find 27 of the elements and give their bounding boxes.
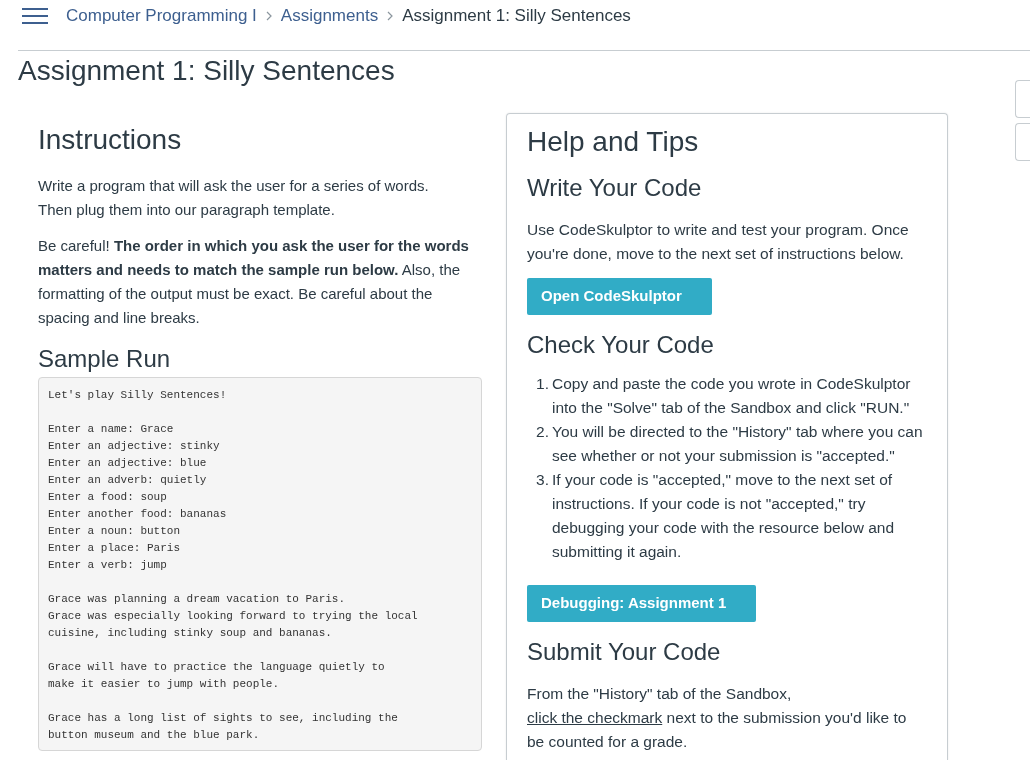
section-heading: Sample Run bbox=[38, 344, 172, 374]
panel-heading: Help and Tips bbox=[527, 125, 700, 159]
help-paragraph: Use CodeSkulptor to write and test your program. Once you're done, move to the next set of instructions below. bbox=[527, 220, 910, 264]
link[interactable]: click the checkmark bbox=[527, 709, 663, 726]
list-item-text: If your code is "accepted," move to the next set of instructions. If your code is not "accepted," try debugging your code with the resource below and submitting it again. bbox=[552, 470, 896, 562]
chevron-right-icon bbox=[387, 10, 394, 21]
page-title: Assignment 1: Silly Sentences bbox=[18, 54, 396, 88]
list-number: 3. bbox=[535, 470, 550, 490]
section-heading: Submit Your Code bbox=[527, 637, 722, 667]
breadcrumb-link[interactable]: Assignments bbox=[280, 2, 379, 29]
breadcrumb-current: Assignment 1: Silly Sentences bbox=[402, 4, 631, 27]
chevron-right-icon bbox=[265, 10, 272, 21]
sample-output-code: Let's play Silly Sentences! Enter a name: Grace Enter an adjective: stinky Enter an adjective: blue Enter an adverb: quietly Enter a food: soup Enter another food: bananas Enter a noun: button Enter a place: Paris Enter a verb: jump Grace was planning a dream vacation to Paris. Grace was especially looking forward to trying the local cuisine, including stinky soup and bananas. Grace will have to practice the language quietly to make it easier to jump with people. Grace has a long list of sights to see, including the button museum and the blue park. bbox=[38, 377, 482, 751]
edge-button[interactable] bbox=[1015, 123, 1030, 161]
help-paragraph: From the "History" tab of the Sandbox, click the checkmark next to the submission you'd like to be counted for a grade. bbox=[527, 684, 908, 752]
list-number: 2. bbox=[535, 422, 550, 442]
section-heading: Write Your Code bbox=[527, 173, 703, 203]
list-item-text: You will be directed to the "History" tab where you can see whether or not your submission is "accepted." bbox=[552, 422, 924, 466]
instruction-paragraph: Write a program that will ask the user for a series of words. Then plug them into our paragraph template. bbox=[38, 176, 430, 220]
edge-button[interactable] bbox=[1015, 80, 1030, 118]
section-heading: Instructions bbox=[38, 123, 183, 157]
menu-icon[interactable] bbox=[22, 6, 48, 25]
breadcrumb-link[interactable]: Computer Programming I bbox=[66, 2, 257, 29]
list-item-text: Copy and paste the code you wrote in CodeSkulptor into the "Solve" tab of the Sandbox and click "RUN." bbox=[552, 374, 912, 418]
list-number: 1. bbox=[535, 374, 550, 394]
instruction-paragraph: Be careful! The order in which you ask the user for the words matters and needs to match the sample run below. Also, the formatting of the output must be exact. Be careful about the spacing and line breaks. bbox=[38, 236, 470, 328]
section-heading: Check Your Code bbox=[527, 330, 715, 360]
